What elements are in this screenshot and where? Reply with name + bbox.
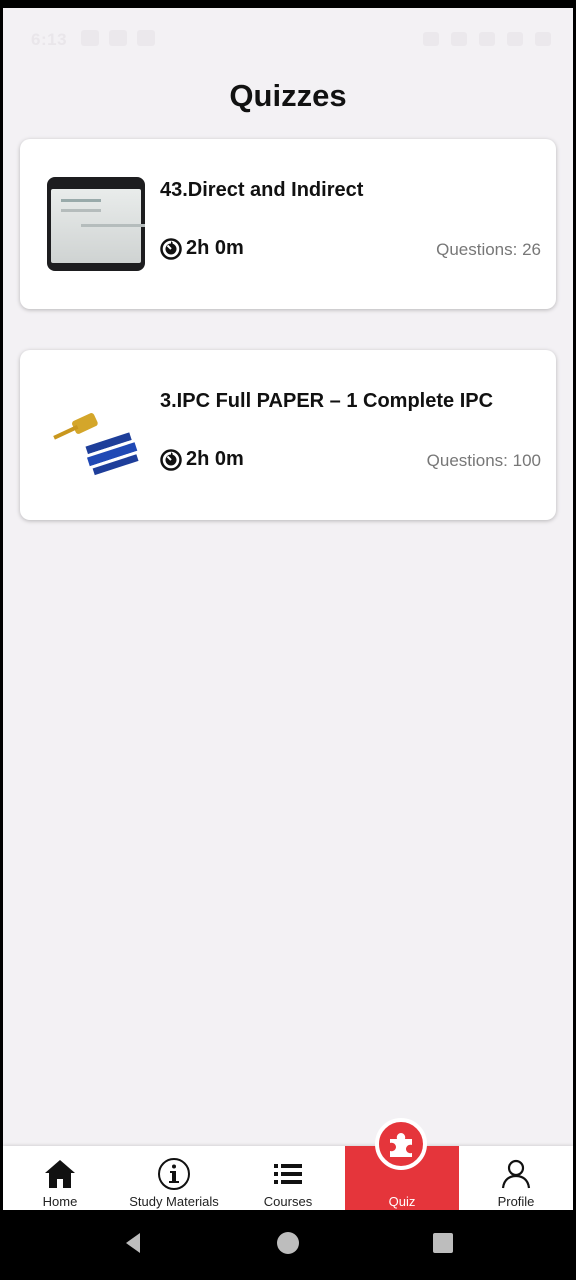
user-icon — [501, 1159, 531, 1189]
quiz-duration: 2h 0m — [160, 448, 244, 471]
linkedin-icon — [81, 30, 99, 46]
question-count: Questions: 100 — [426, 451, 541, 470]
vibrate-icon — [451, 32, 467, 46]
wifi-icon — [479, 32, 495, 46]
back-icon[interactable] — [120, 1230, 146, 1256]
quiz-card[interactable]: 3.IPC Full PAPER – 1 Complete IPC 2h 0m … — [20, 350, 556, 520]
quiz-title: 3.IPC Full PAPER – 1 Complete IPC — [160, 390, 494, 412]
nav-label: Quiz — [388, 1194, 416, 1209]
nav-label: Courses — [263, 1194, 313, 1209]
bottom-nav: Home Study Materials Courses Quiz Profil… — [3, 1146, 573, 1210]
timer-icon — [160, 448, 182, 471]
notification-icons — [81, 30, 155, 46]
nav-item-home[interactable]: Home — [3, 1146, 117, 1210]
battery-icon — [535, 32, 551, 46]
nav-label: Profile — [497, 1194, 535, 1209]
signal-icon — [507, 32, 523, 46]
quiz-duration: 2h 0m — [160, 237, 244, 260]
question-count: Questions: 26 — [436, 240, 541, 259]
youtube-icon — [109, 30, 127, 46]
status-bar: 6:13 — [3, 8, 573, 68]
nav-item-courses[interactable]: Courses — [231, 1146, 345, 1210]
duration-text: 2h 0m — [186, 448, 244, 470]
app-screen: 6:13 Quizzes 43.Direct and Indirect 2h 0… — [3, 8, 573, 1210]
system-nav-bar — [0, 1210, 576, 1280]
duration-text: 2h 0m — [186, 237, 244, 259]
nav-item-profile[interactable]: Profile — [459, 1146, 573, 1210]
nav-item-study-materials[interactable]: Study Materials — [117, 1146, 231, 1210]
puzzle-icon — [390, 1133, 412, 1157]
gavel-books-logo — [47, 388, 145, 482]
classroom-screen-image — [47, 177, 145, 271]
status-time: 6:13 — [31, 30, 68, 49]
quiz-card[interactable]: 43.Direct and Indirect 2h 0m Questions: … — [20, 139, 556, 309]
cloud-icon — [137, 30, 155, 46]
page-title: Quizzes — [229, 78, 347, 113]
system-status-icons — [423, 32, 551, 46]
dnd-icon — [423, 32, 439, 46]
quiz-title: 43.Direct and Indirect — [160, 179, 364, 201]
home-circle-icon[interactable] — [275, 1230, 301, 1256]
quiz-active-indicator[interactable] — [375, 1118, 427, 1170]
timer-icon — [160, 237, 182, 260]
home-icon — [45, 1160, 75, 1188]
nav-label: Study Materials — [129, 1194, 219, 1209]
recents-icon[interactable] — [430, 1230, 456, 1256]
nav-label: Home — [42, 1194, 78, 1209]
info-icon — [158, 1158, 190, 1190]
list-icon — [274, 1164, 302, 1184]
